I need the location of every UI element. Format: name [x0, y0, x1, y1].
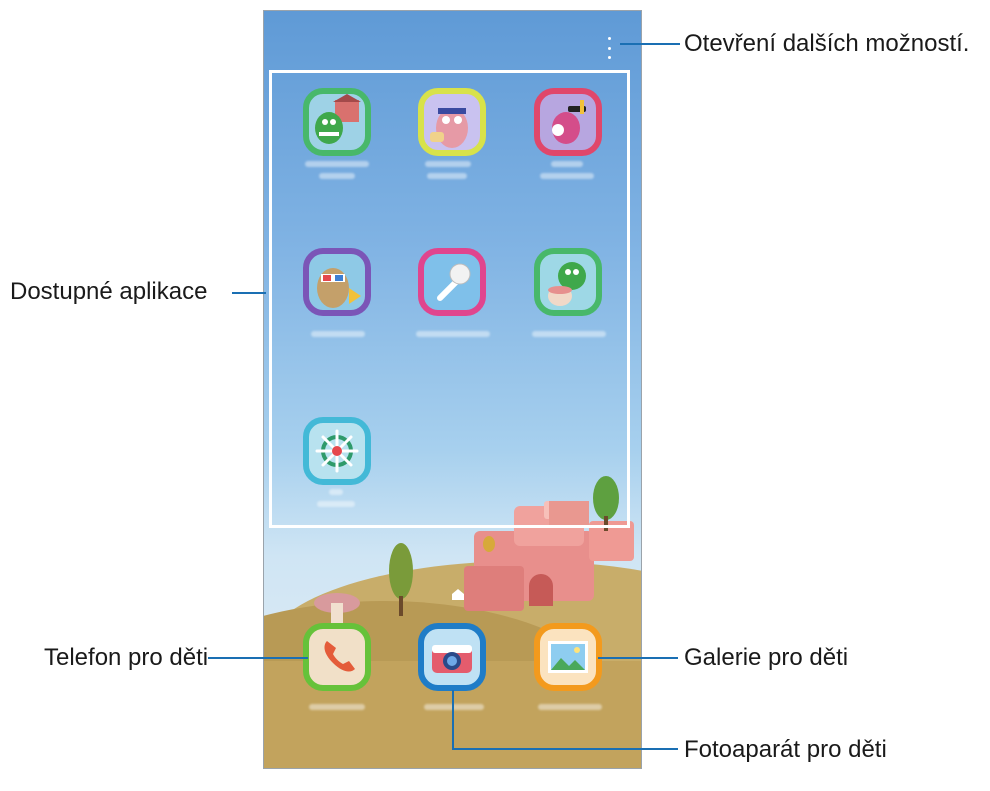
callout-kids-camera: Fotoaparát pro děti — [684, 736, 887, 763]
callout-kids-gallery: Galerie pro děti — [684, 644, 849, 671]
cookie-video-art — [317, 268, 361, 308]
magic-voice-icon[interactable] — [418, 248, 486, 316]
music-band-icon[interactable] — [534, 88, 602, 156]
callout-line-more-options — [620, 43, 680, 45]
callout-kids-phone: Telefon pro děti — [44, 644, 209, 671]
music-band-art — [552, 100, 586, 144]
bobby-canvas-art — [430, 108, 468, 148]
dot — [607, 56, 611, 59]
callout-line-apps — [232, 292, 266, 294]
camera-art — [432, 645, 472, 673]
callout-line-camera-horizontal — [452, 748, 678, 750]
phone-icon[interactable] — [303, 623, 371, 691]
callout-line-gallery — [598, 657, 678, 659]
callout-line-camera-vertical — [452, 690, 454, 750]
microphone-art — [437, 263, 471, 301]
more-options-button[interactable] — [604, 37, 614, 59]
callout-more-options: Otevření dalších možností. — [684, 30, 970, 57]
kids-home-screen — [263, 10, 642, 769]
callout-line-phone — [208, 657, 308, 659]
dot — [607, 37, 611, 40]
crocro-adventure-icon[interactable] — [534, 248, 602, 316]
camera-icon[interactable] — [418, 623, 486, 691]
gallery-art — [548, 641, 588, 673]
crocro-village-icon[interactable] — [303, 88, 371, 156]
callout-available-apps: Dostupné aplikace — [10, 278, 208, 305]
ship-wheel-art — [315, 429, 359, 473]
cookie-video-icon[interactable] — [303, 248, 371, 316]
crocro-adventure-art — [548, 262, 586, 306]
bobby-canvas-icon[interactable] — [418, 88, 486, 156]
gallery-icon[interactable] — [534, 623, 602, 691]
dot — [607, 46, 611, 50]
kids-browser-icon[interactable] — [303, 417, 371, 485]
phone-art — [324, 641, 355, 672]
crocro-village-art — [315, 94, 361, 144]
